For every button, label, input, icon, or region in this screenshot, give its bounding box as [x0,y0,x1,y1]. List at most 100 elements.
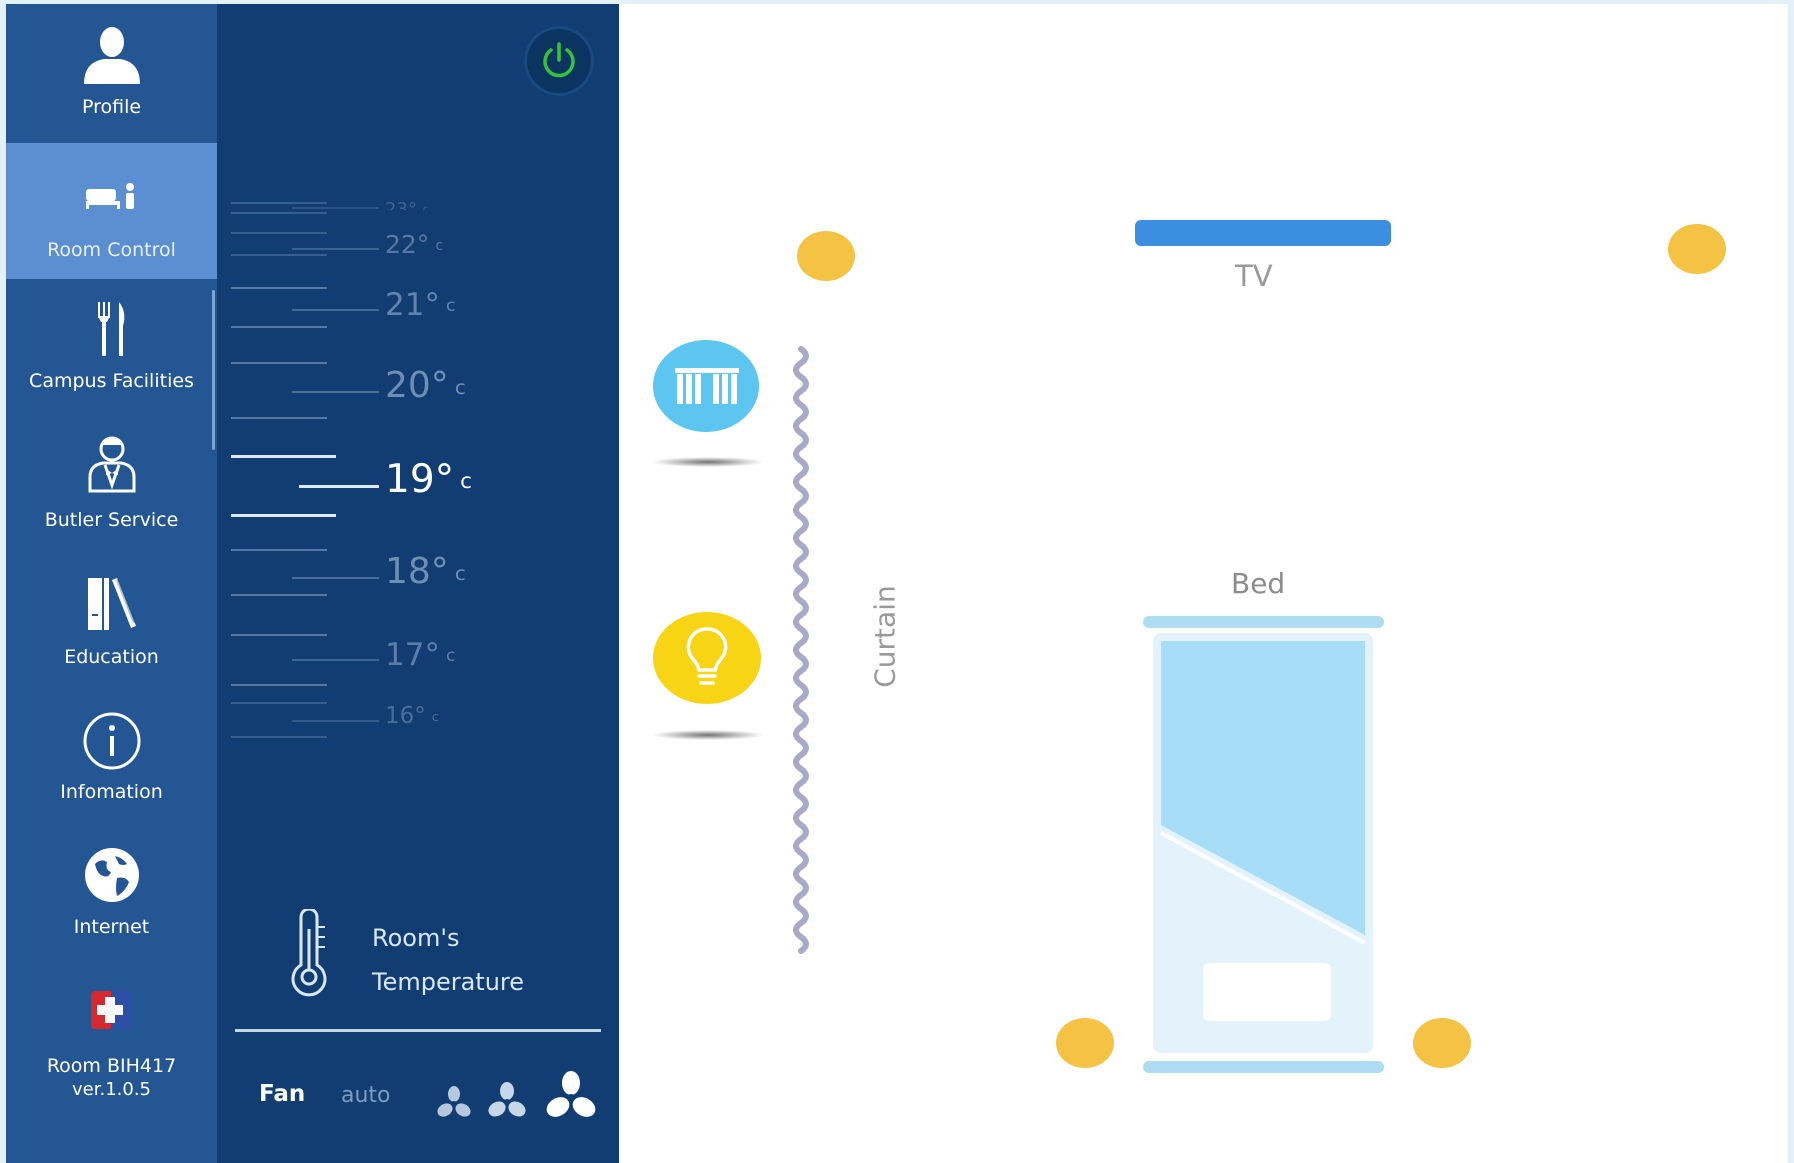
sidebar: Profile Room Control Campus Facilities B… [6,4,217,1163]
temperature-panel: 23°c22°c21°c20°c19°c18°c17°c16°c Room's … [217,4,619,1163]
temperature-major-tick [292,207,379,209]
power-button[interactable] [524,26,594,96]
temperature-minor-tick [231,232,327,234]
temperature-minor-tick [231,287,327,289]
tv[interactable] [1135,220,1391,246]
temperature-value: 19° [385,456,455,502]
sidebar-item-education[interactable]: Education [6,556,217,692]
books-icon [87,578,136,630]
swiss-flag-icon [90,991,131,1029]
temperature-label[interactable]: 18° c [385,551,466,592]
bed-label: Bed [1231,567,1286,600]
fork-knife-icon [97,302,124,356]
bed-footboard [1143,1061,1384,1073]
temperature-value: 22° [385,230,430,259]
fan-high-icon[interactable] [543,1068,599,1128]
temperature-minor-tick [231,634,327,636]
sidebar-item-butler-service[interactable]: Butler Service [6,419,217,555]
temperature-label[interactable]: 21° c [385,287,455,323]
temperature-value: 21° [385,286,440,323]
temperature-major-tick [292,248,379,250]
temperature-major-tick [292,309,379,311]
divider [235,1029,601,1032]
temperature-value: 16° [385,703,426,730]
light-shadow [653,730,763,740]
lamp-bottom-right[interactable] [1413,1018,1471,1068]
room-number: Room BIH417 [46,1055,177,1077]
sidebar-item-label: Internet [73,916,150,938]
fan-label: Fan [259,1081,306,1107]
profile-icon [83,27,140,84]
temperature-unit: c [435,238,443,254]
temperature-minor-tick [231,736,327,738]
selected-temperature-label[interactable]: 19° c [385,457,472,502]
sidebar-item-campus-facilities[interactable]: Campus Facilities [6,282,217,418]
temperature-value: 18° [385,551,449,593]
room-temperature-label: Room's Temperature [372,916,524,1004]
fan-medium-icon[interactable] [485,1079,529,1125]
lamp-bottom-left[interactable] [1056,1018,1114,1068]
tv-label: TV [1235,259,1273,293]
sidebar-item-internet[interactable]: Internet [6,830,217,966]
temperature-unit: c [454,561,466,585]
thermometer-icon [291,909,327,997]
light-button[interactable] [653,612,761,704]
temperature-label[interactable]: 22° c [385,230,443,259]
bed[interactable] [1153,633,1373,1053]
temperature-value: 23° [385,198,417,210]
temperature-minor-tick [231,684,327,686]
light-bulb-icon [686,627,728,685]
temperature-unit: c [445,296,456,317]
temperature-minor-tick [231,417,327,419]
temperature-label[interactable]: 23° c [385,199,428,210]
room-map: TV Curtain Bed [619,4,1788,1163]
sidebar-item-information[interactable]: Infomation [6,693,217,829]
fan-low-icon[interactable] [434,1084,474,1124]
lamp-top-left[interactable] [797,231,855,281]
sidebar-item-label: Butler Service [44,509,179,531]
sidebar-item-room-control[interactable]: Room Control [6,143,217,279]
temperature-value: 20° [385,365,449,407]
fan-mode-auto[interactable]: auto [341,1083,391,1108]
room-temperature-line1: Room's [372,924,460,952]
app-frame: Profile Room Control Campus Facilities B… [6,4,1788,1163]
room-temperature-line2: Temperature [372,968,525,996]
power-icon [543,42,575,78]
sidebar-item-label: Infomation [60,781,163,803]
temperature-minor-tick [231,362,327,364]
sidebar-item-profile[interactable]: Profile [6,4,217,140]
temperature-major-tick [292,720,379,722]
temperature-major-tick [292,391,379,393]
temperature-major-tick [292,577,379,579]
temperature-unit: c [423,204,428,209]
temperature-unit: c [454,375,466,399]
curtain-label: Curtain [868,585,902,688]
temperature-unit: c [445,646,456,667]
air-conditioner-button[interactable] [653,340,759,432]
bed-icon [85,183,134,209]
temperature-minor-tick [231,326,327,328]
sidebar-item-label: Profile [81,96,142,118]
temperature-minor-tick [231,254,327,256]
lamp-top-right[interactable] [1668,224,1726,274]
temperature-label[interactable]: 16° c [385,703,439,729]
temperature-unit: c [460,468,472,494]
temperature-minor-tick [231,202,327,204]
temperature-minor-tick [231,549,327,551]
sidebar-item-label: Education [64,646,159,668]
globe-icon [84,848,139,902]
curtain[interactable] [786,344,816,954]
temperature-major-tick [299,485,379,488]
temperature-unit: c [431,709,439,725]
temperature-value: 17° [385,636,440,673]
temperature-selected-bar [231,514,336,517]
temperature-major-tick [292,659,379,661]
temperature-label[interactable]: 17° c [385,637,455,673]
sidebar-item-label: Room Control [47,239,176,261]
temperature-minor-tick [231,702,327,704]
butler-icon [88,436,135,493]
air-conditioner-shadow [653,457,763,467]
sidebar-scrollbar[interactable] [212,290,215,450]
radiator-icon [675,368,739,404]
temperature-label[interactable]: 20° c [385,365,466,406]
